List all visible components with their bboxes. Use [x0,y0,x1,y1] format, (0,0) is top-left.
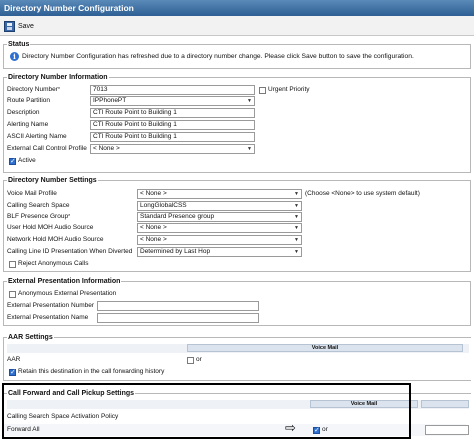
reject-anonymous-checkbox[interactable] [9,261,16,268]
ext-presentation-legend: External Presentation Information [7,277,122,286]
alerting-name-input[interactable]: CTI Route Point to Building 1 [90,120,255,130]
save-label: Save [18,22,34,30]
aar-or-text: or [196,356,202,363]
dn-settings-section: Directory Number Settings Voice Mail Pro… [3,176,471,272]
dn-info-legend: Directory Number Information [7,73,109,82]
route-partition-label: Route Partition [7,97,50,104]
ascii-alerting-name-label: ASCII Alerting Name [7,133,67,140]
retain-destination-label: Retain this destination in the call forw… [18,368,165,375]
status-message: Directory Number Configuration has refre… [22,53,414,60]
description-label: Description [7,109,40,116]
anonymous-presentation-checkbox[interactable] [9,291,16,298]
user-hold-label: User Hold MOH Audio Source [7,224,94,231]
voice-mail-hint: (Choose <None> to use system default) [305,190,420,197]
blf-presence-label: BLF Presence Group* [7,213,71,220]
status-section: Status i Directory Number Configuration … [3,40,471,69]
aar-label: AAR [7,356,21,363]
ascii-alerting-name-input[interactable]: CTI Route Point to Building 1 [90,132,255,142]
voice-mail-profile-select[interactable]: < None > ▼ [137,189,302,199]
active-checkbox[interactable] [9,157,16,166]
directory-number-input[interactable]: 7013 [90,85,255,95]
pointer-arrow-icon: ⇨ [285,421,296,436]
save-icon [4,20,15,32]
forward-all-destination-input[interactable] [425,425,469,435]
chevron-down-icon: ▼ [294,249,299,255]
reject-anonymous-label: Reject Anonymous Calls [18,260,89,267]
directory-number-label: Directory Number* [7,86,60,93]
user-hold-select[interactable]: < None > ▼ [137,223,302,233]
active-label: Active [18,157,36,164]
chevron-down-icon: ▼ [294,225,299,231]
aar-voice-mail-checkbox[interactable] [187,357,194,364]
network-hold-label: Network Hold MOH Audio Source [7,236,104,243]
aar-table-header: Voice Mail [7,344,469,353]
toolbar: Save [0,16,474,36]
blf-presence-select[interactable]: Standard Presence group ▼ [137,212,302,222]
aar-voice-mail-header: Voice Mail [187,344,463,352]
ext-call-control-label: External Call Control Profile [7,145,87,152]
urgent-priority-checkbox[interactable] [259,87,266,94]
ext-pres-name-label: External Presentation Name [7,314,89,321]
chevron-down-icon: ▼ [247,98,252,104]
ext-pres-number-label: External Presentation Number [7,302,95,309]
alerting-name-label: Alerting Name [7,121,49,128]
chevron-down-icon: ▼ [247,146,252,152]
css-select[interactable]: LongGlobalCSS ▼ [137,201,302,211]
aar-section: AAR Settings Voice Mail AAR or Retain th… [3,333,471,381]
dn-info-section: Directory Number Information Directory N… [3,73,471,173]
ext-pres-name-input[interactable] [97,313,259,323]
calling-line-select[interactable]: Determined by Last Hop ▼ [137,247,302,257]
ext-presentation-section: External Presentation Information Anonym… [3,277,471,326]
status-legend: Status [7,40,31,49]
info-icon: i [10,52,19,61]
route-partition-select[interactable]: IPPhonePT ▼ [90,96,255,106]
anonymous-presentation-label: Anonymous External Presentation [18,290,117,297]
ext-pres-number-input[interactable] [97,301,259,311]
chevron-down-icon: ▼ [294,191,299,197]
dn-settings-legend: Directory Number Settings [7,176,98,185]
css-label: Calling Search Space [7,202,70,209]
call-forward-extra-header [421,400,469,408]
description-input[interactable]: CTI Route Point to Building 1 [90,108,255,118]
highlight-box [2,383,411,439]
ext-call-control-select[interactable]: < None > ▼ [90,144,255,154]
aar-legend: AAR Settings [7,333,54,342]
window-title: Directory Number Configuration [0,0,474,16]
network-hold-select[interactable]: < None > ▼ [137,235,302,245]
urgent-priority-label: Urgent Priority [268,86,310,93]
save-button[interactable]: Save [4,19,34,33]
chevron-down-icon: ▼ [294,203,299,209]
retain-destination-checkbox[interactable] [9,368,16,377]
calling-line-label: Calling Line ID Presentation When Divert… [7,248,133,255]
chevron-down-icon: ▼ [294,237,299,243]
voice-mail-profile-label: Voice Mail Profile [7,190,57,197]
chevron-down-icon: ▼ [294,214,299,220]
